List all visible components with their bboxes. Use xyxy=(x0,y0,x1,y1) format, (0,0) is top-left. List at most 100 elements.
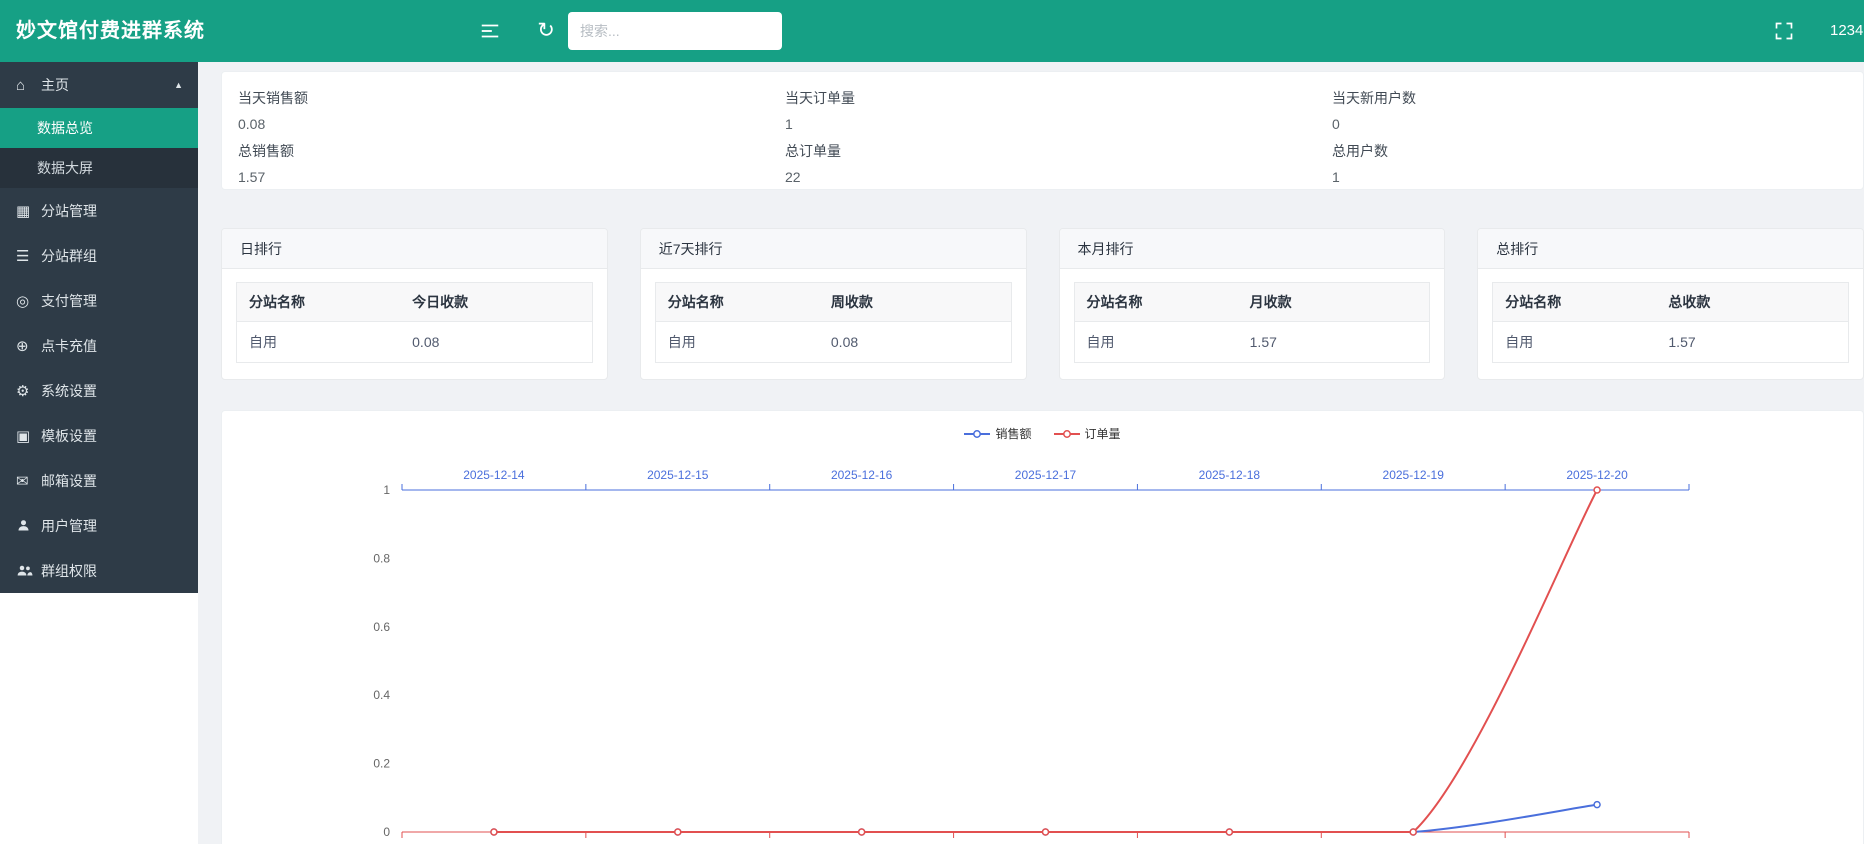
sales-orders-chart-card: 销售额订单量 2025-12-142025-12-152025-12-16202… xyxy=(221,410,1864,844)
svg-text:2025-12-16: 2025-12-16 xyxy=(831,468,893,482)
rank-card-total: 总排行 分站名称 总收款 自用 1.57 xyxy=(1477,228,1864,380)
sidebar-item-home[interactable]: ⌂ 主页 ▲ xyxy=(0,62,198,108)
sidebar-item-data-overview[interactable]: 数据总览 xyxy=(0,108,198,148)
stats-summary-card: 当天销售额 0.08 当天订单量 1 当天新用户数 0 总销售额 1.57 总订… xyxy=(221,71,1864,190)
sidebar-item-site-manage[interactable]: ▦ 分站管理 xyxy=(0,188,198,233)
rank-card-body: 分站名称 总收款 自用 1.57 xyxy=(1478,269,1863,376)
sidebar-item-label: 点卡充值 xyxy=(41,336,97,356)
table-row: 自用 1.57 xyxy=(1074,322,1430,363)
chart-legend: 销售额 订单量 xyxy=(222,425,1863,442)
svg-text:2025-12-14: 2025-12-14 xyxy=(463,468,525,482)
group-permission-icon xyxy=(16,563,41,578)
stat-today-sales: 当天销售额 0.08 xyxy=(222,80,769,133)
payment-icon: ◎ xyxy=(16,292,41,310)
app-title: 妙文馆付费进群系统 xyxy=(16,0,205,62)
stat-label: 当天订单量 xyxy=(785,88,1300,108)
stat-total-users: 总用户数 1 xyxy=(1316,133,1863,186)
rank-card-daily: 日排行 分站名称 今日收款 自用 0.08 xyxy=(221,228,608,380)
sidebar-item-label: 群组权限 xyxy=(41,561,97,581)
sidebar-item-system-settings[interactable]: ⚙ 系统设置 xyxy=(0,368,198,413)
search-input[interactable] xyxy=(568,12,782,50)
stat-value: 22 xyxy=(785,169,1300,185)
template-settings-icon: ▣ xyxy=(16,427,41,445)
stat-value: 1.57 xyxy=(238,169,753,185)
legend-marker-icon xyxy=(964,429,990,439)
stat-value: 0.08 xyxy=(238,116,753,132)
sidebar-item-label: 数据大屏 xyxy=(37,160,93,176)
main-content: 当天销售额 0.08 当天订单量 1 当天新用户数 0 总销售额 1.57 总订… xyxy=(198,62,1864,844)
legend-item[interactable]: 销售额 xyxy=(964,425,1031,442)
sidebar-item-mail-settings[interactable]: ✉ 邮箱设置 xyxy=(0,458,198,503)
rank-site-name: 自用 xyxy=(1493,322,1657,363)
site-group-icon: ☰ xyxy=(16,247,41,265)
refresh-icon[interactable]: ↻ xyxy=(534,19,558,43)
stat-label: 当天新用户数 xyxy=(1332,88,1847,108)
rank-col-value-header: 今日收款 xyxy=(400,283,592,322)
sidebar-item-site-group[interactable]: ☰ 分站群组 xyxy=(0,233,198,278)
sidebar-item-label: 邮箱设置 xyxy=(41,471,97,491)
legend-item[interactable]: 订单量 xyxy=(1054,425,1121,442)
app-root: 妙文馆付费进群系统 ↻ 12345 ⌂ 主页 ▲ 数据总览 数据大 xyxy=(0,0,1864,844)
site-manage-icon: ▦ xyxy=(16,202,41,220)
stat-value: 1 xyxy=(1332,169,1847,185)
sidebar-item-payment[interactable]: ◎ 支付管理 xyxy=(0,278,198,323)
rank-col-name-header: 分站名称 xyxy=(1493,283,1657,322)
sidebar-item-card-recharge[interactable]: ⊕ 点卡充值 xyxy=(0,323,198,368)
rank-site-value: 1.57 xyxy=(1238,322,1430,363)
stat-today-new-users: 当天新用户数 0 xyxy=(1316,80,1863,133)
stat-label: 当天销售额 xyxy=(238,88,753,108)
stat-total-sales: 总销售额 1.57 xyxy=(222,133,769,186)
rank-card-body: 分站名称 月收款 自用 1.57 xyxy=(1060,269,1445,376)
sidebar-item-label: 模板设置 xyxy=(41,426,97,446)
ranking-cards-row: 日排行 分站名称 今日收款 自用 0.08 近7天排行 xyxy=(221,228,1864,380)
system-settings-icon: ⚙ xyxy=(16,382,41,400)
sidebar-toggle-icon[interactable] xyxy=(478,19,502,43)
stat-value: 0 xyxy=(1332,116,1847,132)
sidebar-item-label: 分站群组 xyxy=(41,246,97,266)
mail-settings-icon: ✉ xyxy=(16,472,41,490)
rank-site-value: 0.08 xyxy=(819,322,1011,363)
stat-label: 总用户数 xyxy=(1332,141,1847,161)
home-icon: ⌂ xyxy=(16,77,41,94)
legend-label: 销售额 xyxy=(995,425,1031,442)
rank-card-week: 近7天排行 分站名称 周收款 自用 0.08 xyxy=(640,228,1027,380)
chevron-up-icon: ▲ xyxy=(174,80,183,90)
rank-card-body: 分站名称 周收款 自用 0.08 xyxy=(641,269,1026,376)
stat-value: 1 xyxy=(785,116,1300,132)
rank-col-value-header: 月收款 xyxy=(1238,283,1430,322)
sidebar-item-label: 分站管理 xyxy=(41,201,97,221)
rank-site-name: 自用 xyxy=(1074,322,1238,363)
fullscreen-icon[interactable] xyxy=(1772,19,1796,43)
rank-card-title: 近7天排行 xyxy=(641,229,1026,269)
legend-marker-icon xyxy=(1054,429,1080,439)
top-header: 妙文馆付费进群系统 ↻ 12345 xyxy=(0,0,1864,62)
rank-col-name-header: 分站名称 xyxy=(1074,283,1238,322)
sidebar-item-group-permission[interactable]: 群组权限 xyxy=(0,548,198,593)
stat-label: 总销售额 xyxy=(238,141,753,161)
rank-card-title: 本月排行 xyxy=(1060,229,1445,269)
sidebar-item-user-manage[interactable]: 用户管理 xyxy=(0,503,198,548)
legend-label: 订单量 xyxy=(1085,425,1121,442)
stat-label: 总订单量 xyxy=(785,141,1300,161)
sidebar-item-label: 数据总览 xyxy=(37,120,93,136)
stat-today-orders: 当天订单量 1 xyxy=(769,80,1316,133)
table-row: 自用 0.08 xyxy=(655,322,1011,363)
username[interactable]: 12345 xyxy=(1830,0,1864,62)
svg-text:2025-12-19: 2025-12-19 xyxy=(1383,468,1445,482)
svg-text:2025-12-20: 2025-12-20 xyxy=(1566,468,1628,482)
menu-fold-icon xyxy=(479,20,501,42)
sidebar-item-data-screen[interactable]: 数据大屏 xyxy=(0,148,198,188)
svg-text:0.6: 0.6 xyxy=(373,620,390,634)
sidebar-item-label: 用户管理 xyxy=(41,516,97,536)
stat-total-orders: 总订单量 22 xyxy=(769,133,1316,186)
rank-card-title: 日排行 xyxy=(222,229,607,269)
rank-col-name-header: 分站名称 xyxy=(655,283,819,322)
line-chart-canvas[interactable]: 2025-12-14 2025-12-15 2025-12-16 2025-12-17… xyxy=(222,411,1863,844)
rank-site-value: 1.57 xyxy=(1656,322,1848,363)
rank-col-value-header: 总收款 xyxy=(1656,283,1848,322)
rank-card-body: 分站名称 今日收款 自用 0.08 xyxy=(222,269,607,376)
svg-text:2025-12-17: 2025-12-17 xyxy=(1015,468,1077,482)
svg-text:2025-12-15: 2025-12-15 xyxy=(647,468,709,482)
rank-col-value-header: 周收款 xyxy=(819,283,1011,322)
sidebar-item-template-settings[interactable]: ▣ 模板设置 xyxy=(0,413,198,458)
